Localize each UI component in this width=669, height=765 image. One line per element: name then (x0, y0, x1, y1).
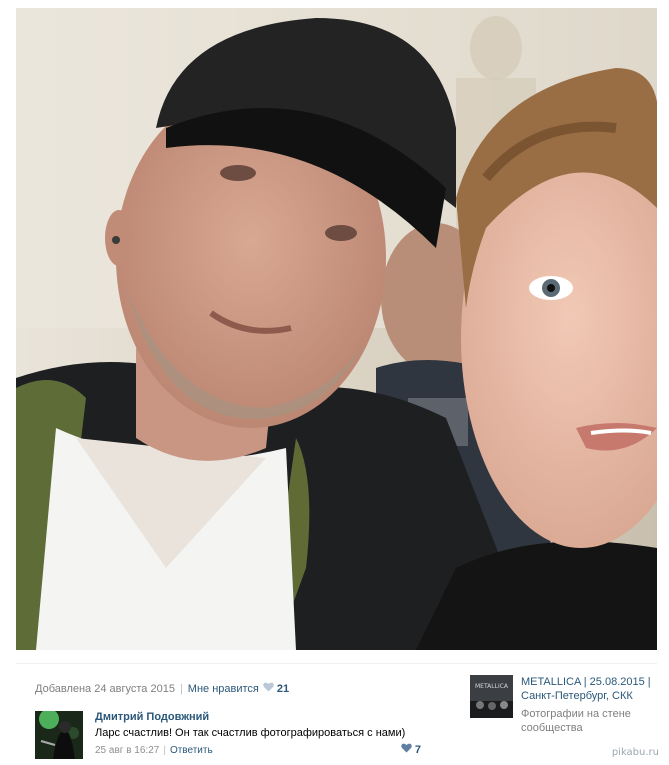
separator: | (179, 682, 183, 695)
thumb-logo-text: METALLICA (475, 683, 509, 690)
comment-text: Ларс счастлив! Он так счастлив фотографи… (95, 727, 406, 739)
album-caption: Фотографии на стене сообщества (521, 708, 631, 734)
comment-like-button[interactable]: 7 (397, 743, 421, 756)
divider (16, 663, 657, 664)
added-date: Добавлена 24 августа 2015 (35, 682, 175, 695)
heart-icon (401, 743, 412, 756)
album-thumbnail[interactable]: METALLICA (470, 675, 513, 718)
watermark: pikabu.ru (611, 747, 659, 758)
album-link[interactable]: METALLICA | 25.08.2015 | Санкт-Петербург… (521, 675, 661, 703)
photo-meta: Добавлена 24 августа 2015 | Мне нравится… (35, 682, 289, 695)
comment: Дмитрий Подовжний Ларс счастлив! Он так … (35, 708, 425, 764)
post-photo[interactable] (16, 8, 657, 650)
like-button[interactable]: Мне нравится (188, 683, 259, 695)
separator: | (163, 745, 166, 756)
photo-illustration (16, 8, 657, 650)
avatar[interactable] (35, 711, 83, 759)
reply-button[interactable]: Ответить (170, 745, 213, 756)
comment-author[interactable]: Дмитрий Подовжний (95, 711, 425, 723)
like-count: 21 (276, 682, 290, 695)
heart-icon[interactable] (263, 682, 274, 695)
comment-date[interactable]: 25 авг в 16:27 (95, 745, 159, 756)
comment-like-count: 7 (414, 743, 421, 756)
